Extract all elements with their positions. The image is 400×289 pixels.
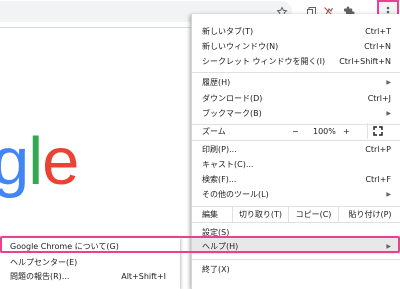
submenu-item-shortcut: Alt+Shift+I xyxy=(121,271,166,281)
menu-divider xyxy=(192,72,400,73)
menu-item-exit[interactable]: 終了(X) xyxy=(192,261,400,277)
chevron-right-icon: ▶ xyxy=(386,190,391,198)
menu-item-downloads[interactable]: ダウンロード(D) Ctrl+J xyxy=(192,90,400,106)
menu-item-incognito[interactable]: シークレット ウィンドウを開く(I) Ctrl+Shift+N xyxy=(192,53,400,69)
zoom-level: 100% xyxy=(313,126,336,136)
menu-item-find[interactable]: 検索(F)... Ctrl+F xyxy=(192,171,400,187)
chevron-right-icon: ▶ xyxy=(386,109,391,117)
paste-button[interactable]: 貼り付け(P) xyxy=(338,206,400,222)
menu-item-shortcut: Ctrl+N xyxy=(364,41,391,51)
menu-item-new-window[interactable]: 新しいウィンドウ(N) Ctrl+N xyxy=(192,38,400,54)
menu-item-label: 新しいタブ(T) xyxy=(202,26,254,36)
google-logo: gle xyxy=(0,128,79,195)
menu-item-zoom: ズーム − 100% + xyxy=(192,123,400,139)
logo-letter-e: e xyxy=(42,124,79,199)
menu-item-shortcut: Ctrl+F xyxy=(365,174,391,184)
menu-item-shortcut: Ctrl+Shift+N xyxy=(339,56,391,66)
menu-item-print[interactable]: 印刷(P)... Ctrl+P xyxy=(192,141,400,157)
menu-item-shortcut: Ctrl+P xyxy=(365,144,391,154)
menu-item-label: 編集 xyxy=(202,209,218,219)
menu-item-bookmarks[interactable]: ブックマーク(B) ▶ xyxy=(192,105,400,121)
menu-item-label: ダウンロード(D) xyxy=(202,93,263,103)
menu-item-label: 履歴(H) xyxy=(202,77,231,87)
fullscreen-icon[interactable] xyxy=(373,126,383,136)
submenu-item-help-center[interactable]: ヘルプセンター(E) xyxy=(0,255,180,269)
menu-item-shortcut: Ctrl+T xyxy=(365,26,391,36)
menu-item-shortcut: Ctrl+J xyxy=(367,93,391,103)
zoom-out-button[interactable]: − xyxy=(292,127,299,136)
menu-item-label: キャスト(C)... xyxy=(202,159,254,169)
menu-item-more-tools[interactable]: その他のツール(L) ▶ xyxy=(192,186,400,202)
menu-item-label: 検索(F)... xyxy=(202,174,237,184)
menu-item-label: 終了(X) xyxy=(202,264,230,274)
menu-item-label: 新しいウィンドウ(N) xyxy=(202,41,279,51)
highlight-outline xyxy=(0,236,400,253)
zoom-in-button[interactable]: + xyxy=(343,127,350,136)
submenu-item-label: ヘルプセンター(E) xyxy=(10,257,78,267)
zoom-divider xyxy=(367,123,368,139)
menu-item-label: シークレット ウィンドウを開く(I) xyxy=(202,56,326,66)
cut-button[interactable]: 切り取り(T) xyxy=(232,206,288,222)
menu-item-history[interactable]: 履歴(H) ▶ xyxy=(192,74,400,90)
chevron-right-icon: ▶ xyxy=(386,78,391,86)
menu-item-edit: 編集 切り取り(T) コピー(C) 貼り付け(P) xyxy=(192,206,400,222)
menu-item-label: ブックマーク(B) xyxy=(202,108,262,118)
logo-letter-g: g xyxy=(0,124,29,199)
menu-item-cast[interactable]: キャスト(C)... xyxy=(192,156,400,172)
submenu-item-label: 問題の報告(R)... xyxy=(10,271,70,281)
menu-item-label: その他のツール(L) xyxy=(202,189,269,199)
menu-item-new-tab[interactable]: 新しいタブ(T) Ctrl+T xyxy=(192,23,400,39)
submenu-item-report[interactable]: 問題の報告(R)... Alt+Shift+I xyxy=(0,269,180,283)
copy-button[interactable]: コピー(C) xyxy=(288,206,338,222)
menu-divider xyxy=(192,259,400,260)
menu-divider xyxy=(192,222,400,223)
menu-item-label: 印刷(P)... xyxy=(202,144,237,154)
logo-letter-l: l xyxy=(28,124,43,199)
